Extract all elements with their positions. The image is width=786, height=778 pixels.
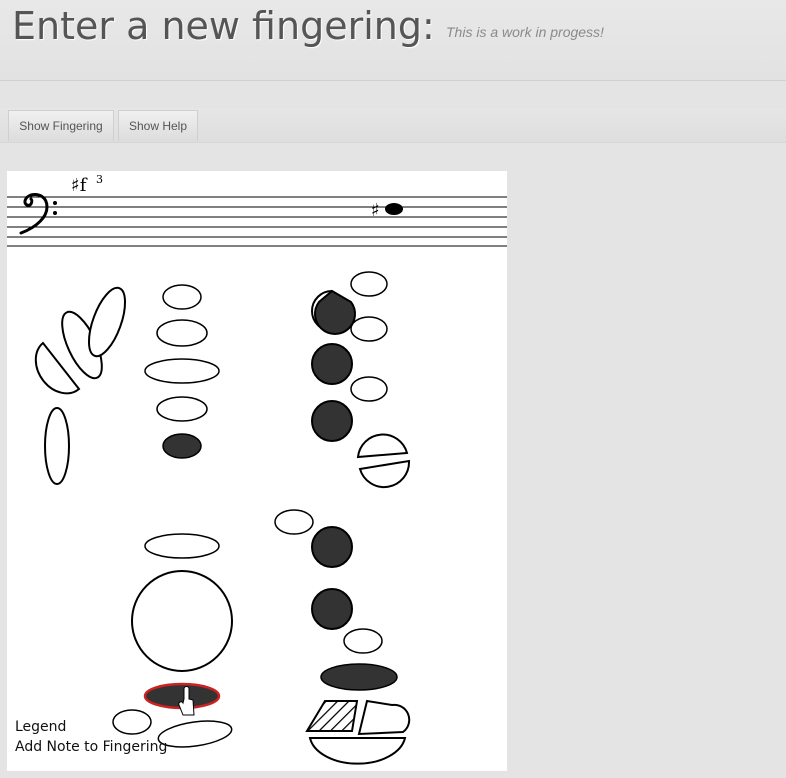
page-subtitle: This is a work in progess! bbox=[446, 24, 604, 40]
key-8-filled[interactable] bbox=[320, 663, 398, 691]
tone-hole-5[interactable] bbox=[311, 588, 353, 630]
page-header: Enter a new fingering: This is a work in… bbox=[0, 0, 786, 81]
staff-note-head bbox=[385, 203, 403, 215]
key-6[interactable] bbox=[144, 533, 220, 559]
key-3[interactable] bbox=[144, 358, 220, 384]
legend-item: Add Note to Fingering bbox=[15, 739, 168, 755]
legend-title: Legend bbox=[15, 719, 67, 735]
tone-hole-4[interactable] bbox=[311, 526, 353, 568]
key-10[interactable] bbox=[157, 717, 234, 751]
tone-hole-2[interactable] bbox=[311, 343, 353, 385]
note-accidental: ♯ bbox=[371, 200, 380, 221]
side-key-upper[interactable] bbox=[82, 283, 133, 360]
fingering-canvas: ♯f 3 ♯ Legend Add Note to Fingering bbox=[7, 171, 507, 771]
thumb-key-small[interactable] bbox=[274, 509, 314, 535]
large-tone-hole[interactable] bbox=[131, 570, 233, 672]
tone-hole-3[interactable] bbox=[311, 400, 353, 442]
low-key-bottom[interactable] bbox=[308, 737, 407, 765]
key-2[interactable] bbox=[156, 319, 208, 347]
show-fingering-button[interactable]: Show Fingering bbox=[8, 110, 114, 141]
legend: Legend Add Note to Fingering bbox=[15, 717, 167, 757]
side-key-long[interactable] bbox=[44, 407, 70, 485]
low-key-right[interactable] bbox=[357, 699, 411, 736]
page-title: Enter a new fingering: bbox=[12, 4, 435, 48]
hatched-key[interactable] bbox=[305, 700, 359, 732]
key-4[interactable] bbox=[156, 396, 208, 422]
fingering-diagram: ♯f 3 ♯ bbox=[7, 173, 507, 765]
toolbar: Show Fingering Show Help bbox=[0, 108, 786, 143]
key-5-filled[interactable] bbox=[162, 433, 202, 459]
note-name-label: ♯f bbox=[71, 175, 88, 196]
staff bbox=[7, 196, 507, 247]
octave-label: 3 bbox=[96, 173, 103, 186]
key-1[interactable] bbox=[162, 284, 202, 310]
trill-key-1[interactable] bbox=[350, 271, 388, 297]
trill-key-4[interactable] bbox=[343, 628, 383, 654]
trill-key-3[interactable] bbox=[350, 376, 388, 402]
show-help-button[interactable]: Show Help bbox=[118, 110, 198, 141]
split-key-upper[interactable] bbox=[356, 433, 409, 459]
split-key-lower[interactable] bbox=[358, 459, 411, 489]
trill-key-2[interactable] bbox=[350, 316, 388, 342]
